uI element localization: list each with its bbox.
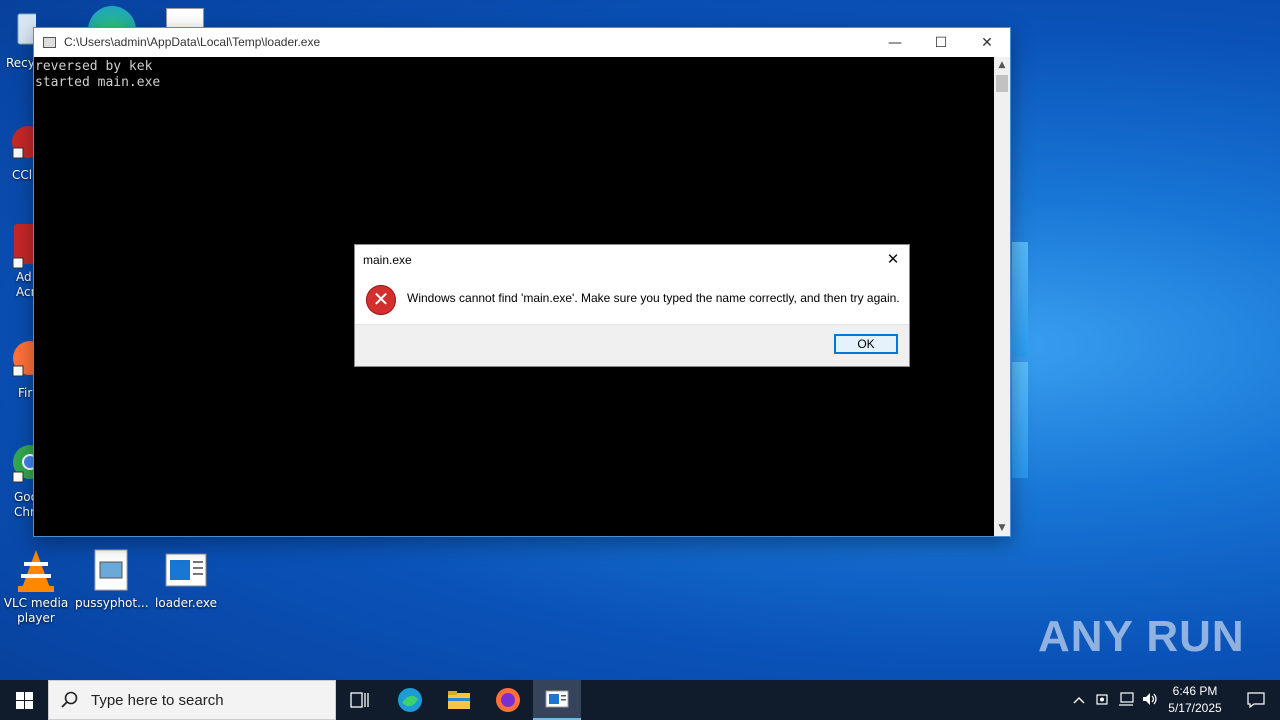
scroll-down-icon[interactable]: ▼ xyxy=(994,520,1010,536)
desktop-icon-acrobat[interactable]: Ad Acr xyxy=(0,222,36,300)
desktop-icon-label: Ad Acr xyxy=(16,270,36,299)
error-dialog[interactable]: main.exe ✕ ✕ Windows cannot find 'main.e… xyxy=(354,244,910,367)
image-file-icon xyxy=(89,548,133,592)
console-titlebar[interactable]: C:\Users\admin\AppData\Local\Temp\loader… xyxy=(34,28,1010,57)
dialog-close-button[interactable]: ✕ xyxy=(881,248,905,270)
taskbar-edge[interactable] xyxy=(386,680,434,720)
ok-button[interactable]: OK xyxy=(834,334,898,354)
desktop-icon-label: pussyphot... xyxy=(75,596,149,610)
document-desktop-icon[interactable] xyxy=(166,8,206,28)
notification-button[interactable] xyxy=(1232,680,1280,720)
wallpaper-beam xyxy=(1012,242,1028,357)
volume-icon[interactable] xyxy=(1138,692,1162,709)
taskbar: Type here to search 6:46 PM 5/17/2025 xyxy=(0,680,1280,720)
acrobat-icon xyxy=(0,222,36,269)
chevron-up-icon[interactable] xyxy=(1068,693,1090,707)
security-icon[interactable] xyxy=(1090,692,1114,709)
scroll-thumb[interactable] xyxy=(996,75,1008,92)
system-tray xyxy=(1068,680,1162,720)
taskbar-file-explorer[interactable] xyxy=(435,680,483,720)
ccleaner-icon xyxy=(0,120,36,164)
maximize-button[interactable]: ☐ xyxy=(918,28,964,57)
start-button[interactable] xyxy=(0,680,48,720)
desktop-icon-label: loader.exe xyxy=(155,596,217,610)
vlc-icon xyxy=(14,548,58,592)
desktop-icon-label: VLC media player xyxy=(3,596,69,625)
network-icon[interactable] xyxy=(1114,691,1138,709)
clock-time: 6:46 PM xyxy=(1172,684,1218,698)
windows-start-icon xyxy=(15,691,33,709)
edge-icon xyxy=(398,688,422,712)
dialog-title: main.exe xyxy=(363,253,412,267)
console-app-icon xyxy=(545,690,569,708)
task-view-button[interactable] xyxy=(336,680,384,720)
console-scrollbar[interactable]: ▲ ▼ xyxy=(994,57,1010,536)
edge-desktop-icon[interactable] xyxy=(88,6,136,28)
desktop-icon-recycle-bin[interactable]: Recy xyxy=(0,8,36,71)
taskbar-search-box[interactable]: Type here to search xyxy=(48,680,336,720)
scroll-up-icon[interactable]: ▲ xyxy=(994,57,1010,73)
search-icon xyxy=(61,691,78,708)
taskbar-console-app[interactable] xyxy=(533,680,581,720)
taskbar-clock[interactable]: 6:46 PM 5/17/2025 xyxy=(1160,683,1230,717)
desktop-icon-label: Goo Chr xyxy=(14,490,36,519)
desktop-icon-label: CCl xyxy=(12,168,33,182)
firefox-icon xyxy=(496,688,520,712)
wallpaper-beam xyxy=(1012,362,1028,478)
minimize-button[interactable]: — xyxy=(872,28,918,57)
recycle-bin-icon xyxy=(0,8,36,52)
exe-file-icon xyxy=(164,548,208,592)
taskbar-firefox[interactable] xyxy=(484,680,532,720)
desktop-icon-chrome[interactable]: Goo Chr xyxy=(0,440,36,520)
desktop-icon-firefox[interactable]: Fir xyxy=(0,338,36,401)
task-view-icon xyxy=(350,692,369,708)
desktop-icon-loader[interactable]: loader.exe xyxy=(150,548,222,611)
firefox-icon xyxy=(0,338,36,382)
dialog-message: Windows cannot find 'main.exe'. Make sur… xyxy=(407,291,900,305)
desktop-icon-label: Fir xyxy=(18,386,33,400)
desktop-icon-label: Recy xyxy=(6,56,35,70)
notification-icon xyxy=(1247,692,1265,708)
close-button[interactable]: ✕ xyxy=(964,28,1010,57)
desktop-icon-ccleaner[interactable]: CCl xyxy=(0,120,36,183)
anyrun-watermark: ANY RUN xyxy=(1038,612,1245,661)
chrome-icon xyxy=(0,440,36,484)
console-app-icon xyxy=(43,37,56,48)
clock-date: 5/17/2025 xyxy=(1168,701,1222,715)
console-title: C:\Users\admin\AppData\Local\Temp\loader… xyxy=(64,35,321,49)
error-icon: ✕ xyxy=(366,285,396,315)
dialog-footer: OK xyxy=(355,324,909,366)
desktop-icon-vlc[interactable]: VLC media player xyxy=(0,548,72,626)
file-explorer-icon xyxy=(448,691,470,709)
search-placeholder: Type here to search xyxy=(91,691,224,709)
desktop-icon-image-file[interactable]: pussyphot... xyxy=(75,548,149,611)
